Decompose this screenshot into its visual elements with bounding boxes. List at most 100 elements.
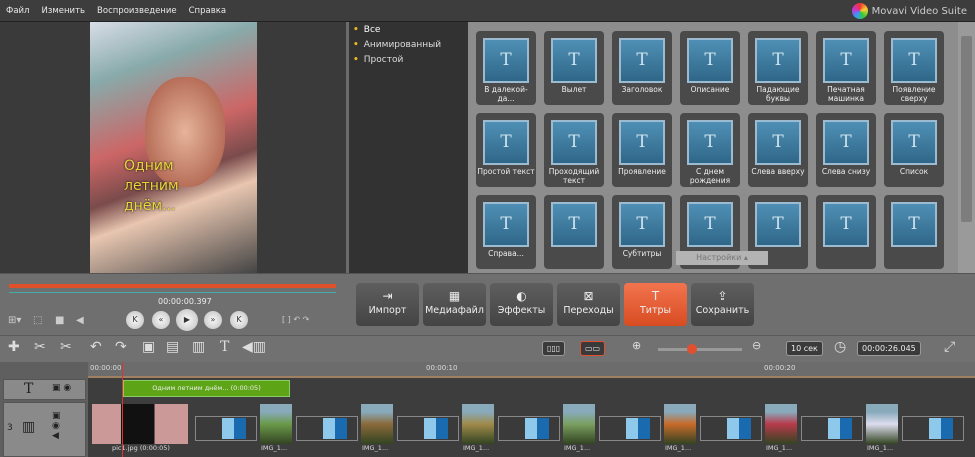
main-button-label: Переходы (563, 305, 614, 316)
rewind-button[interactable]: « (152, 311, 170, 329)
mark-in-icon[interactable]: [ ] ↶ ↷ (282, 315, 309, 324)
title-template-icon: T (891, 38, 937, 83)
category-all[interactable]: • Все (349, 22, 468, 37)
go-end-button[interactable]: K (230, 311, 248, 329)
timeline-ruler[interactable]: 00:00:00 00:00:10 00:00:20 (88, 362, 975, 378)
title-template[interactable]: T Слева снизу (816, 113, 876, 187)
split-icon[interactable]: ✂ (60, 339, 72, 355)
forward-button[interactable]: » (204, 311, 222, 329)
add-icon[interactable]: ✚ (8, 339, 20, 355)
title-template-label: Печатная машинка (827, 85, 865, 103)
storyboard-view-button[interactable]: ▯▯▯ (542, 341, 566, 356)
title-template-label: Слева вверху (751, 167, 805, 176)
zoom-in-icon[interactable]: ⊕ (632, 339, 641, 352)
title-template[interactable]: T Печатная машинка (816, 31, 876, 105)
title-template-icon: T (687, 202, 733, 247)
title-template[interactable]: T (544, 195, 604, 269)
text-icon[interactable]: T (220, 339, 229, 355)
crop-icon[interactable]: ▣ (142, 339, 155, 355)
video-clip[interactable] (361, 404, 393, 444)
main-button-0[interactable]: ⇥ Импорт (356, 283, 419, 326)
title-template[interactable]: T (884, 195, 944, 269)
title-template-icon: T (483, 120, 529, 165)
menu-edit[interactable]: Изменить (35, 0, 91, 22)
video-clip[interactable] (462, 404, 494, 444)
main-button-1[interactable]: ▦ Медиафайл (423, 283, 486, 326)
menu-help[interactable]: Справка (183, 0, 232, 22)
title-template-icon: T (823, 202, 869, 247)
go-start-button[interactable]: K (126, 311, 144, 329)
transition-icon[interactable]: ▤ (166, 339, 179, 355)
main-button-2[interactable]: ◐ Эффекты (490, 283, 553, 326)
grid-scrollbar[interactable] (958, 22, 975, 273)
title-template-label: Простой текст (477, 167, 535, 176)
volume-icon[interactable]: ◀ (76, 315, 84, 326)
category-animated[interactable]: • Анимированный (349, 37, 468, 52)
current-time: 00:00:00.397 (158, 297, 212, 306)
title-template[interactable]: T С днем рождения (680, 113, 740, 187)
video-clip[interactable] (765, 404, 797, 444)
title-template-icon: T (687, 120, 733, 165)
title-template[interactable]: T Падающие буквы (748, 31, 808, 105)
display-mode-icon[interactable]: ⊞▾ (8, 315, 21, 326)
timeline-view-button[interactable]: ▭▭ (580, 341, 606, 356)
track-toggle-icons[interactable]: ▣ ◉ ◀ (52, 411, 61, 441)
title-template-label: Заголовок (621, 85, 663, 94)
video-track-header: 3 ▥ ▣ ◉ ◀ (3, 402, 86, 457)
transition[interactable] (700, 416, 762, 441)
title-template[interactable]: T Слева вверху (748, 113, 808, 187)
video-clip[interactable] (664, 404, 696, 444)
category-simple[interactable]: • Простой (349, 52, 468, 67)
settings-tab[interactable]: Настройки ▴ (676, 251, 768, 265)
undo-icon[interactable]: ↶ (90, 339, 102, 355)
transition[interactable] (498, 416, 560, 441)
title-template[interactable]: T Вылет (544, 31, 604, 105)
transition[interactable] (296, 416, 358, 441)
title-template[interactable]: T Справа... (476, 195, 536, 269)
menu-playback[interactable]: Воспроизведение (91, 0, 183, 22)
title-template-icon: T (823, 120, 869, 165)
title-template[interactable]: T Проходящий текст (544, 113, 604, 187)
menu-file[interactable]: Файл (0, 0, 35, 22)
video-clip[interactable] (563, 404, 595, 444)
play-button[interactable]: ▶ (176, 309, 198, 331)
fullscreen-icon[interactable]: ⬚ (33, 315, 42, 326)
seek-bar[interactable] (9, 284, 336, 288)
zoom-slider-knob[interactable] (687, 344, 697, 354)
main-button-5[interactable]: ⇪ Сохранить (691, 283, 754, 326)
redo-icon[interactable]: ↷ (115, 339, 127, 355)
clip-label: IMG_1... (362, 444, 389, 452)
transition[interactable] (397, 416, 459, 441)
video-clip[interactable] (866, 404, 898, 444)
title-template-label: Проявление (618, 167, 666, 176)
menu-bar: Файл Изменить Воспроизведение Справка Movav… (0, 0, 975, 22)
effect-icon[interactable]: ▥ (192, 339, 205, 355)
zoom-slider[interactable] (658, 348, 742, 351)
title-template[interactable]: T Список (884, 113, 944, 187)
title-template[interactable]: T Заголовок (612, 31, 672, 105)
audio-icon[interactable]: ◀▥ (242, 339, 266, 355)
transition[interactable] (599, 416, 661, 441)
fit-timeline-icon[interactable]: ⤢ (944, 339, 955, 355)
zoom-out-icon[interactable]: ⊖ (752, 339, 761, 352)
title-template[interactable]: T В далекой-да... (476, 31, 536, 105)
video-clip[interactable] (92, 404, 188, 444)
snapshot-icon[interactable]: ■ (55, 315, 64, 326)
lock-icon[interactable]: ▣ ◉ (52, 383, 71, 393)
title-template[interactable]: T Субтитры (612, 195, 672, 269)
clock-icon: ◷ (834, 339, 847, 355)
video-clip[interactable] (260, 404, 292, 444)
cut-icon[interactable]: ✂ (34, 339, 46, 355)
title-template[interactable]: T (816, 195, 876, 269)
transition[interactable] (902, 416, 964, 441)
title-template[interactable]: T Описание (680, 31, 740, 105)
playhead[interactable] (122, 362, 123, 457)
title-clip[interactable]: Одним летним днём... (0:00:05) (123, 380, 290, 397)
main-button-3[interactable]: ⊠ Переходы (557, 283, 620, 326)
transition[interactable] (801, 416, 863, 441)
title-template[interactable]: T Простой текст (476, 113, 536, 187)
main-button-4[interactable]: T Титры (624, 283, 687, 326)
title-template[interactable]: T Появление сверху (884, 31, 944, 105)
transition[interactable] (195, 416, 257, 441)
title-template[interactable]: T Проявление (612, 113, 672, 187)
